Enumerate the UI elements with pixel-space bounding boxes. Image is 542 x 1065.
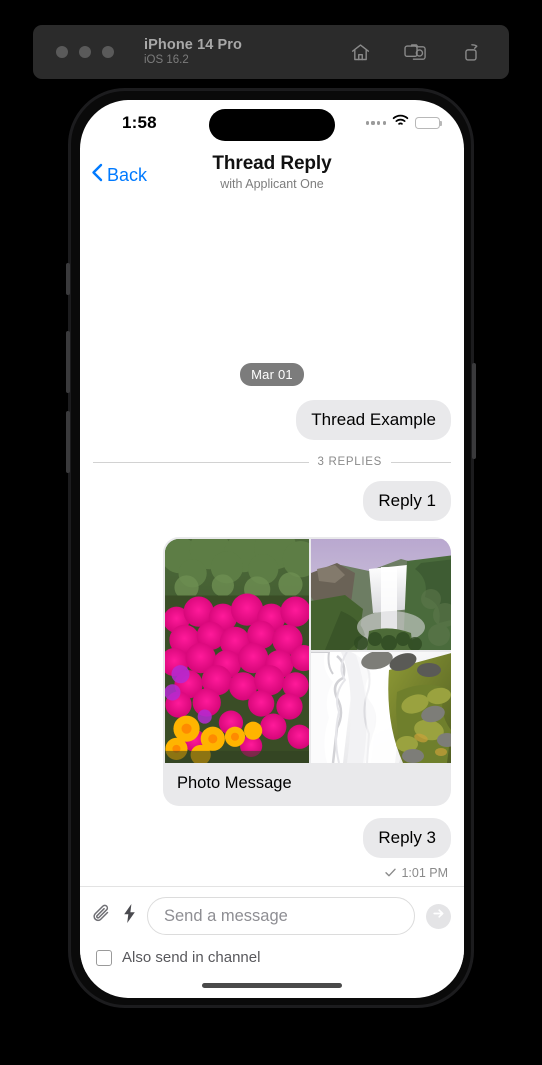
battery-icon <box>415 116 443 130</box>
screenshot-icon[interactable] <box>404 42 428 63</box>
back-button[interactable]: Back <box>91 163 147 187</box>
screenshot-root: iPhone 14 Pro iOS 16.2 1:58 Back Thread … <box>0 0 542 1065</box>
receipt-timestamp: 1:01 PM <box>401 866 448 880</box>
device-screen: 1:58 Back Thread Reply with Applicant On… <box>80 100 464 998</box>
lightning-bolt-icon[interactable] <box>123 904 136 928</box>
message-bubble-reply-one[interactable]: Reply 1 <box>363 481 451 521</box>
maximize-window-button[interactable] <box>102 46 114 58</box>
message-bubble-parent[interactable]: Thread Example <box>296 400 451 440</box>
ios-status-bar: 1:58 <box>80 100 464 148</box>
simulator-device-info: iPhone 14 Pro iOS 16.2 <box>144 37 242 67</box>
conversation-list[interactable]: Mar 01 Thread Example 3 REPLIES Reply 1 <box>80 202 464 886</box>
minimize-window-button[interactable] <box>79 46 91 58</box>
photo-attachment-grid[interactable] <box>163 537 451 763</box>
wifi-icon <box>392 114 409 132</box>
volume-down-button[interactable] <box>66 411 70 473</box>
chevron-left-icon <box>91 163 103 187</box>
volume-up-button[interactable] <box>66 331 70 393</box>
window-traffic-lights[interactable] <box>56 46 114 58</box>
also-send-in-channel-row[interactable]: Also send in channel <box>96 949 451 966</box>
simulator-os-version: iOS 16.2 <box>144 54 189 67</box>
dynamic-island <box>209 109 335 141</box>
home-indicator[interactable] <box>80 972 464 998</box>
date-separator: Mar 01 <box>93 363 451 386</box>
home-icon[interactable] <box>350 42 371 63</box>
also-send-in-channel-checkbox[interactable] <box>96 949 112 966</box>
simulator-toolbar <box>350 42 481 63</box>
replies-divider: 3 REPLIES <box>93 456 451 468</box>
status-bar-time: 1:58 <box>122 113 157 132</box>
send-button[interactable] <box>426 903 451 929</box>
date-badge: Mar 01 <box>240 363 304 386</box>
signal-dots-icon <box>365 121 386 125</box>
message-input[interactable] <box>147 897 415 935</box>
message-bubble-reply-three[interactable]: Reply 3 <box>363 818 451 858</box>
composer-row <box>93 897 451 935</box>
silent-switch-button[interactable] <box>66 263 70 295</box>
also-send-in-channel-label: Also send in channel <box>122 949 261 966</box>
message-composer: Also send in channel <box>80 886 464 972</box>
close-window-button[interactable] <box>56 46 68 58</box>
divider-line-left <box>93 461 309 463</box>
send-arrow-icon <box>432 907 445 925</box>
message-bubble-photo[interactable]: Photo Message <box>163 537 451 806</box>
waterfall-cliff-photo[interactable] <box>311 539 451 650</box>
navigation-bar: Back Thread Reply with Applicant One <box>80 148 464 202</box>
power-button[interactable] <box>472 363 476 459</box>
message-receipt: 1:01 PM <box>93 864 451 882</box>
simulator-device-name: iPhone 14 Pro <box>144 36 242 53</box>
pink-flowers-photo[interactable] <box>165 539 309 763</box>
paperclip-icon[interactable] <box>93 903 112 929</box>
photo-message-caption: Photo Message <box>177 774 292 792</box>
status-bar-indicators <box>365 114 443 132</box>
message-row-reply-three[interactable]: Reply 3 <box>93 818 451 858</box>
record-icon[interactable] <box>461 42 481 63</box>
replies-count-label: 3 REPLIES <box>317 456 382 468</box>
simulator-title-bar: iPhone 14 Pro iOS 16.2 <box>33 25 509 79</box>
iphone-device-frame: 1:58 Back Thread Reply with Applicant On… <box>66 88 476 1008</box>
mossy-cascade-photo[interactable] <box>311 652 451 763</box>
check-icon <box>385 864 397 882</box>
back-button-label: Back <box>107 164 148 185</box>
divider-line-right <box>391 461 451 463</box>
message-row-reply-one[interactable]: Reply 1 <box>93 481 451 521</box>
message-row-parent[interactable]: Thread Example <box>93 400 451 440</box>
